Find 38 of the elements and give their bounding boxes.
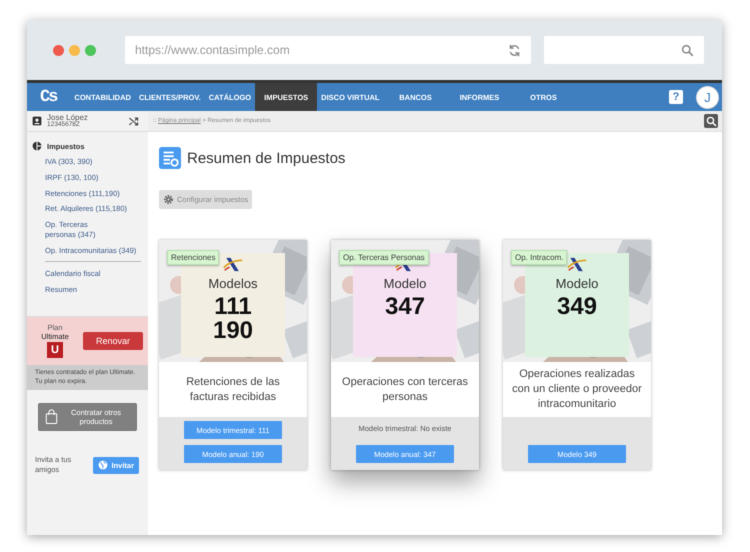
user-avatar[interactable]: J xyxy=(696,86,719,108)
card-description: Operaciones con terceras personas xyxy=(341,374,469,404)
bag-icon xyxy=(45,409,58,426)
globe-icon xyxy=(98,460,108,470)
user-name: Jose López xyxy=(47,114,89,122)
model-number: 190 xyxy=(212,319,254,343)
model-heading: Modelo xyxy=(556,276,598,291)
contact-card-icon xyxy=(32,116,42,126)
search-icon xyxy=(681,44,694,56)
page-title: Resumen de Impuestos xyxy=(187,150,346,166)
renew-button[interactable]: Renovar xyxy=(83,332,143,350)
help-button[interactable]: ? xyxy=(669,90,683,104)
tax-document-icon xyxy=(159,147,181,169)
agency-logo-icon xyxy=(223,257,243,272)
model-number: 349 xyxy=(556,295,598,319)
pie-chart-icon xyxy=(32,141,42,151)
agency-logo-icon xyxy=(567,257,587,272)
category-tag: Op. Terceras Personas xyxy=(339,250,429,265)
url-text: https://www.contasimple.com xyxy=(135,43,291,57)
browser-search-field[interactable] xyxy=(544,36,704,64)
close-dot[interactable] xyxy=(53,44,64,56)
maximize-dot[interactable] xyxy=(85,44,96,56)
model-number: 347 xyxy=(384,295,426,319)
reload-icon[interactable] xyxy=(508,44,521,56)
model-heading: Modelos xyxy=(208,276,258,291)
model-heading: Modelo xyxy=(384,276,426,291)
card-description: Operaciones realizadas con un cliente o proveedor intracomunitario xyxy=(511,367,643,412)
category-tag: Op. Intracom. xyxy=(511,250,568,265)
minimize-dot[interactable] xyxy=(69,44,80,56)
card-description: Retenciones de las facturas recibidas xyxy=(185,374,281,404)
search-button[interactable] xyxy=(704,114,718,128)
address-bar[interactable]: https://www.contasimple.com xyxy=(125,36,531,64)
plan-badge: U xyxy=(47,342,63,358)
shuffle-icon[interactable] xyxy=(128,116,139,126)
model-number: 111 xyxy=(214,295,252,319)
category-tag: Retenciones xyxy=(167,250,220,265)
logo[interactable]: Cs xyxy=(40,88,56,106)
gear-icon xyxy=(163,194,174,205)
